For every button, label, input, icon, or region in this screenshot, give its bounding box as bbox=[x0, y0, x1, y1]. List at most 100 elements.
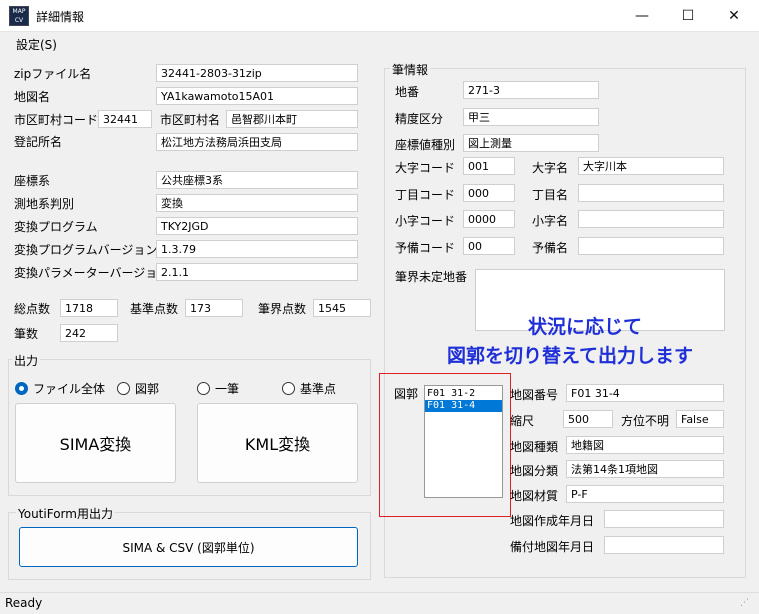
direction-field[interactable]: False bbox=[676, 410, 724, 428]
koaza-code-field[interactable]: 0000 bbox=[463, 210, 515, 228]
radio-label: 一筆 bbox=[215, 382, 240, 396]
resize-grip-icon[interactable]: ⋰ bbox=[740, 598, 754, 610]
radio-indicator bbox=[197, 382, 210, 395]
sima-csv-button[interactable]: SIMA & CSV (図郭単位) bbox=[19, 527, 358, 567]
maximize-button[interactable]: ☐ bbox=[665, 0, 711, 31]
radio-file-all[interactable]: ファイル全体 bbox=[15, 380, 105, 397]
map-no-label: 地図番号 bbox=[510, 388, 559, 402]
close-button[interactable]: ✕ bbox=[711, 0, 757, 31]
direction-label: 方位不明 bbox=[621, 414, 670, 428]
oaza-name-label: 大字名 bbox=[532, 161, 569, 175]
material-label: 地図材質 bbox=[510, 489, 559, 503]
conv-prog-field[interactable]: TKY2JGD bbox=[156, 217, 358, 235]
radio-indicator bbox=[15, 382, 28, 395]
coord-sys-field[interactable]: 公共座標3系 bbox=[156, 171, 358, 189]
map-no-field[interactable]: F01 31-4 bbox=[566, 384, 724, 402]
radio-indicator bbox=[117, 382, 130, 395]
survey-field[interactable]: 変換 bbox=[156, 194, 358, 212]
city-name-label: 市区町村名 bbox=[160, 113, 221, 127]
conv-param-label: 変換パラメーターバージョン bbox=[14, 266, 170, 280]
scale-label: 縮尺 bbox=[510, 414, 535, 428]
radio-kijunten[interactable]: 基準点 bbox=[282, 380, 336, 397]
zip-field[interactable]: 32441-2803-31zip bbox=[156, 64, 358, 82]
menu-bar bbox=[0, 32, 759, 54]
parcels-label: 筆数 bbox=[14, 327, 39, 341]
city-code-field[interactable]: 32441 bbox=[98, 110, 152, 128]
chiban-label: 地番 bbox=[395, 85, 420, 99]
chome-name-label: 丁目名 bbox=[532, 188, 569, 202]
accuracy-label: 精度区分 bbox=[395, 112, 444, 126]
status-text: Ready bbox=[5, 596, 43, 610]
boundary-points-label: 筆界点数 bbox=[258, 302, 307, 316]
boundary-points-field[interactable]: 1545 bbox=[313, 299, 371, 317]
yobi-code-label: 予備コード bbox=[395, 241, 456, 255]
undetermined-label: 筆界未定地番 bbox=[395, 270, 468, 284]
annotation-line-1: 状況に応じて bbox=[528, 316, 643, 338]
coord-type-field[interactable]: 図上測量 bbox=[463, 134, 599, 152]
coord-sys-label: 座標系 bbox=[14, 174, 51, 188]
conv-ver-label: 変換プログラムバージョン bbox=[14, 243, 158, 257]
ref-points-field[interactable]: 173 bbox=[185, 299, 243, 317]
youti-group-title: YoutiForm用出力 bbox=[16, 505, 115, 522]
radio-zukaku[interactable]: 図郭 bbox=[117, 380, 159, 397]
attached-date-field[interactable] bbox=[604, 536, 724, 554]
material-field[interactable]: P-F bbox=[566, 485, 724, 503]
conv-prog-label: 変換プログラム bbox=[14, 220, 98, 234]
parcels-field[interactable]: 242 bbox=[60, 324, 118, 342]
zukaku-label: 図郭 bbox=[394, 387, 419, 401]
map-type-field[interactable]: 地籍図 bbox=[566, 436, 724, 454]
status-bar bbox=[0, 592, 759, 614]
oaza-code-label: 大字コード bbox=[395, 161, 456, 175]
map-name-field[interactable]: YA1kawamoto15A01 bbox=[156, 87, 358, 105]
registry-field[interactable]: 松江地方法務局浜田支局 bbox=[156, 133, 358, 151]
zip-label: zipファイル名 bbox=[14, 67, 92, 81]
yobi-name-label: 予備名 bbox=[532, 241, 569, 255]
map-class-label: 地図分類 bbox=[510, 464, 559, 478]
total-points-field[interactable]: 1718 bbox=[60, 299, 118, 317]
survey-label: 測地系判別 bbox=[14, 197, 75, 211]
conv-param-field[interactable]: 2.1.1 bbox=[156, 263, 358, 281]
oaza-name-field[interactable]: 大字川本 bbox=[578, 157, 724, 175]
scale-field[interactable]: 500 bbox=[563, 410, 613, 428]
oaza-code-field[interactable]: 001 bbox=[463, 157, 515, 175]
chome-code-field[interactable]: 000 bbox=[463, 184, 515, 202]
city-name-field[interactable]: 邑智郡川本町 bbox=[226, 110, 358, 128]
minimize-button[interactable]: — bbox=[619, 0, 665, 31]
attached-date-label: 備付地図年月日 bbox=[510, 540, 595, 554]
parcel-group-title: 筆情報 bbox=[390, 61, 431, 78]
chome-code-label: 丁目コード bbox=[395, 188, 456, 202]
koaza-name-label: 小字名 bbox=[532, 214, 569, 228]
radio-label: ファイル全体 bbox=[33, 382, 106, 396]
kml-convert-button[interactable]: KML変換 bbox=[197, 403, 358, 483]
radio-ippitsu[interactable]: 一筆 bbox=[197, 380, 239, 397]
map-name-label: 地図名 bbox=[14, 90, 51, 104]
radio-label: 基準点 bbox=[300, 382, 337, 396]
registry-label: 登記所名 bbox=[14, 135, 63, 149]
total-points-label: 総点数 bbox=[14, 302, 51, 316]
created-date-field[interactable] bbox=[604, 510, 724, 528]
created-date-label: 地図作成年月日 bbox=[510, 514, 595, 528]
koaza-code-label: 小字コード bbox=[395, 214, 456, 228]
annotation-line-2: 図郭を切り替えて出力します bbox=[447, 345, 694, 367]
yobi-code-field[interactable]: 00 bbox=[463, 237, 515, 255]
yobi-name-field[interactable] bbox=[578, 237, 724, 255]
menu-settings[interactable]: 設定(S) bbox=[16, 36, 57, 53]
zukaku-list-item-selected[interactable]: F01 31-4 bbox=[425, 400, 502, 412]
koaza-name-field[interactable] bbox=[578, 210, 724, 228]
zukaku-list-item[interactable]: F01 31-2 bbox=[425, 388, 502, 400]
sima-convert-button[interactable]: SIMA変換 bbox=[15, 403, 176, 483]
map-class-field[interactable]: 法第14条1項地図 bbox=[566, 460, 724, 478]
chiban-field[interactable]: 271-3 bbox=[463, 81, 599, 99]
city-code-label: 市区町村コード bbox=[14, 113, 99, 127]
radio-label: 図郭 bbox=[135, 382, 160, 396]
window-title: 詳細情報 bbox=[36, 10, 85, 24]
conv-ver-field[interactable]: 1.3.79 bbox=[156, 240, 358, 258]
app-icon: MAP CV bbox=[9, 6, 29, 26]
zukaku-listbox[interactable]: F01 31-2 F01 31-4 bbox=[424, 385, 503, 498]
chome-name-field[interactable] bbox=[578, 184, 724, 202]
radio-indicator bbox=[282, 382, 295, 395]
coord-type-label: 座標値種別 bbox=[395, 138, 456, 152]
accuracy-field[interactable]: 甲三 bbox=[463, 108, 599, 126]
output-group-title: 出力 bbox=[12, 352, 41, 369]
ref-points-label: 基準点数 bbox=[130, 302, 179, 316]
